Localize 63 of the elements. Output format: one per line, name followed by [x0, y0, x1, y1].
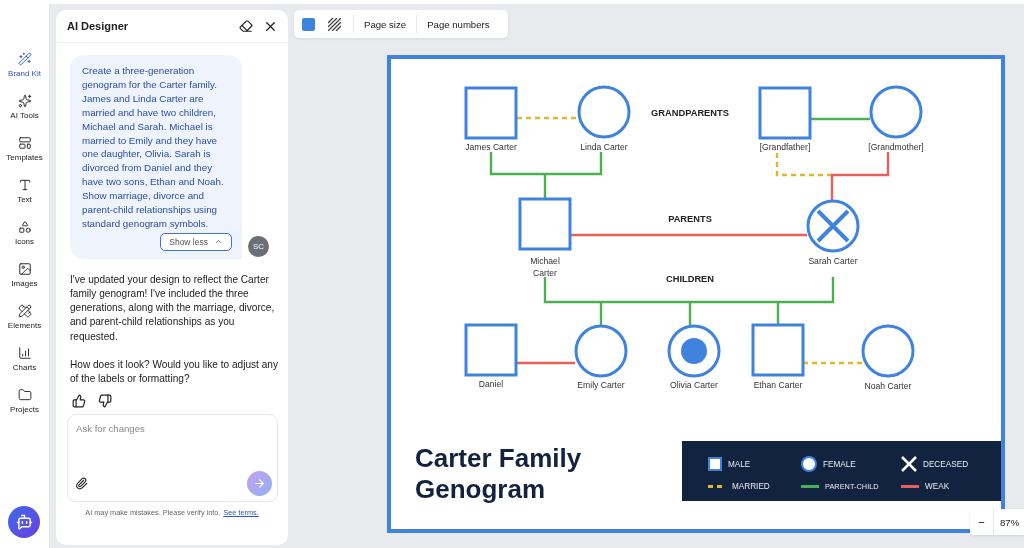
folder-icon [17, 388, 32, 402]
zoom-out-button[interactable]: − [970, 509, 994, 535]
legend-label: MARRIED [732, 481, 770, 491]
person-name: Noah Carter [863, 380, 913, 392]
sidebar-item[interactable]: Elements [0, 304, 50, 346]
user-avatar: SC [248, 235, 269, 257]
template-icon [17, 136, 32, 150]
genogram-title: Carter Family Genogram [415, 443, 583, 505]
person-name: [Grandmother] [867, 141, 925, 153]
square-icon [708, 457, 722, 471]
person-name: Emily Carter [576, 379, 626, 391]
person-name: James Carter [464, 141, 518, 153]
color-swatch[interactable] [302, 17, 315, 31]
assistant-reply: How does it look? Would you like to adjust any of the labels or formatting? [69, 357, 279, 387]
sidebar-item[interactable]: Projects [0, 388, 50, 430]
bot-icon [15, 513, 33, 531]
sidebar-item[interactable]: Charts [0, 346, 50, 388]
shapes-icon [17, 220, 32, 234]
attach-button[interactable] [75, 477, 88, 491]
chat-input[interactable]: Ask for changes [67, 414, 278, 503]
thumbs-up-button[interactable] [72, 394, 86, 409]
thumbs-down-button[interactable] [98, 394, 112, 409]
eraser-button[interactable] [239, 19, 253, 33]
panel-title: AI Designer [67, 20, 130, 32]
generation-label: GRANDPARENTS [651, 108, 729, 118]
text-icon [17, 178, 32, 192]
generation-label: CHILDREN [666, 274, 714, 284]
sidebar-item[interactable]: Templates [0, 136, 50, 178]
legend-label: WEAK [925, 481, 950, 491]
toolbar-button[interactable]: Page size [354, 18, 417, 30]
sidebar-item[interactable]: Images [0, 262, 50, 304]
person-name: Daniel [477, 378, 505, 390]
person-name: Sarah Carter [807, 255, 859, 267]
sidebar-item[interactable]: Icons [0, 220, 50, 262]
sparkles-icon [17, 94, 32, 108]
generation-label: PARENTS [668, 214, 712, 224]
person-name: Linda Carter [579, 141, 629, 153]
legend-label: FEMALE [823, 459, 856, 469]
legend-label: DECEASED [923, 459, 969, 469]
sidebar-item[interactable]: Text [0, 178, 50, 220]
message-text: Create a three-generation genogram for the Carter family. James and Linda Carter are married and have two children, Michael and Sarah. Michael is married to Emily and they have one daughter, Olivia. Sarah is divorced from Daniel and they have two sons, Ethan and Noah. Show marriage, divorce and parent-child relationships using standard genogram symbols. [82, 64, 225, 231]
person-name: Michael Carter [529, 255, 561, 279]
assistant-button[interactable] [8, 506, 40, 538]
legend-label: MALE [728, 459, 751, 469]
circle-icon [801, 456, 817, 472]
show-less-button[interactable]: Show less [160, 232, 232, 251]
magic-wand-icon [17, 52, 32, 66]
person-name: [Grandfather] [758, 141, 812, 153]
person-name: Ethan Carter [752, 379, 804, 391]
toolbar-button[interactable]: Page numbers [417, 18, 500, 30]
sidebar-item[interactable]: Brand Kit [0, 52, 50, 94]
weak-relationship-swatch [901, 484, 919, 488]
pattern-icon[interactable] [328, 17, 341, 31]
arrow-right-icon [253, 477, 266, 491]
person-name: Olivia Carter [669, 379, 719, 391]
assistant-reply: I've updated your design to reflect the Carter family genogram! I've included the three generations, along with the marriage, divorce, and parent-child relationships as you requested. [69, 272, 276, 344]
zoom-value: 87% [999, 516, 1020, 528]
image-icon [17, 262, 32, 276]
parent-child-swatch [801, 484, 819, 488]
pencil-ruler-icon [17, 304, 32, 318]
sidebar-item[interactable]: AI Tools [0, 94, 50, 136]
bar-chart-icon [17, 346, 32, 360]
cross-icon [901, 456, 917, 472]
